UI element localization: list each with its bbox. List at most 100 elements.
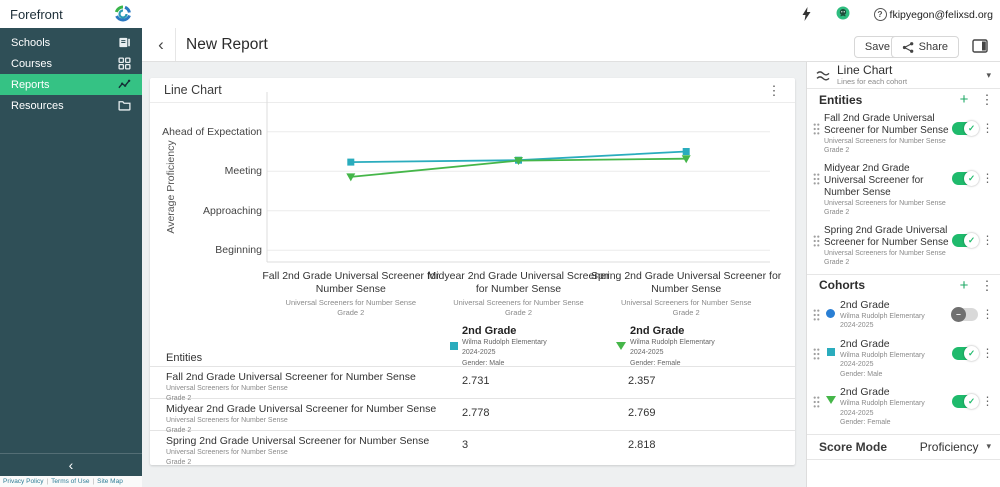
chart-type-selector[interactable]: Line Chart Lines for each cohort ▾ <box>807 62 1000 89</box>
entity-subtitle: Universal Screeners for Number Sense <box>824 137 949 146</box>
drag-handle-icon[interactable] <box>811 338 821 360</box>
sidebar-item-label: Reports <box>11 79 117 91</box>
bolt-icon[interactable] <box>799 7 813 21</box>
sidebar-nav: Schools Courses Reports Resources ‹ <box>0 28 142 476</box>
footer-link-separator: | <box>92 478 94 485</box>
entity-item: Spring 2nd Grade Universal Screener for … <box>807 222 1000 272</box>
footer-link[interactable]: Terms of Use <box>51 478 89 485</box>
add-cohort-button[interactable]: + <box>956 278 972 293</box>
add-entity-button[interactable]: + <box>956 92 972 107</box>
kebab-menu-icon[interactable]: ⋮ <box>981 299 994 320</box>
drag-handle-icon[interactable] <box>811 299 821 321</box>
y-tick-label: Meeting <box>150 165 262 177</box>
sidebar-item-schools[interactable]: Schools <box>0 32 142 53</box>
entity-item: Midyear 2nd Grade Universal Screener for… <box>807 160 1000 222</box>
page-title: New Report <box>186 36 268 54</box>
drag-handle-icon[interactable] <box>811 163 821 185</box>
sidebar-item-reports[interactable]: Reports <box>0 74 142 95</box>
row-entity-title: Midyear 2nd Grade Universal Screener for… <box>166 399 462 416</box>
toggle-on[interactable]: ✓ <box>952 234 978 247</box>
triangle-down-marker-icon <box>826 396 836 404</box>
row-entity-subtitle: Universal Screeners for Number Sense <box>166 416 462 426</box>
kebab-menu-icon[interactable]: ⋮ <box>980 93 994 106</box>
row-entity-subtitle: Universal Screeners for Number Sense <box>166 448 462 458</box>
kebab-menu-icon[interactable]: ⋮ <box>981 163 994 184</box>
x-category-grade: Grade 2 <box>589 308 783 318</box>
sidebar-item-courses[interactable]: Courses <box>0 53 142 74</box>
square-marker-icon <box>450 342 458 350</box>
kebab-menu-icon[interactable]: ⋮ <box>980 279 994 292</box>
x-category-title: Midyear 2nd Grade Universal Screener for… <box>422 270 616 296</box>
help-icon[interactable]: ? <box>873 7 887 21</box>
cohort-marker <box>824 299 837 318</box>
side-panel-toggle-icon[interactable] <box>971 38 988 53</box>
sidebar-item-label: Courses <box>11 58 117 70</box>
kebab-menu-icon[interactable]: ⋮ <box>981 113 994 134</box>
sidebar-item-resources[interactable]: Resources <box>0 95 142 116</box>
toggle-on[interactable]: ✓ <box>952 122 978 135</box>
share-button[interactable]: Share <box>891 36 959 58</box>
sidebar-collapse-button[interactable]: ‹ <box>0 453 142 475</box>
toggle-on[interactable]: ✓ <box>952 395 978 408</box>
brand-bar: Forefront <box>0 0 142 28</box>
back-button[interactable]: ‹ <box>152 35 170 55</box>
score-mode-row: Score Mode Proficiency ▾ <box>807 434 1000 460</box>
toggle-on[interactable]: ✓ <box>952 172 978 185</box>
trend-icon <box>117 78 131 92</box>
sidebar-item-label: Schools <box>11 37 117 49</box>
chart-type-subtitle: Lines for each cohort <box>837 77 979 86</box>
square-marker-icon <box>827 348 835 356</box>
row-entity-title: Spring 2nd Grade Universal Screener for … <box>166 431 462 448</box>
circle-marker-icon <box>826 309 835 318</box>
entity-subtitle: Universal Screeners for Number Sense <box>824 249 949 258</box>
x-category-label: Spring 2nd Grade Universal Screener for … <box>589 270 783 318</box>
drag-handle-icon[interactable] <box>811 386 821 408</box>
cohort-year: 2024-2025 <box>840 321 949 330</box>
table-entities-header: Entities <box>166 352 795 366</box>
wave-lines-icon <box>816 69 830 82</box>
kebab-menu-icon[interactable]: ⋮ <box>981 386 994 407</box>
kebab-menu-icon[interactable]: ⋮ <box>981 225 994 246</box>
drag-handle-icon[interactable] <box>811 113 821 135</box>
x-category-label: Midyear 2nd Grade Universal Screener for… <box>422 270 616 318</box>
line-chart: Average Proficiency BeginningApproaching… <box>150 78 795 338</box>
entity-subtitle: Universal Screeners for Number Sense <box>824 199 949 208</box>
user-email[interactable]: fkipyegon@felixsd.org <box>890 9 993 21</box>
legend-title: 2nd Grade <box>462 324 547 338</box>
avatar[interactable] <box>836 6 850 20</box>
chart-type-title: Line Chart <box>837 64 979 77</box>
entity-grade: Grade 2 <box>824 146 949 155</box>
report-card: Line Chart ⋮ Average Proficiency Beginni… <box>150 78 795 465</box>
cohort-marker <box>824 386 837 404</box>
score-mode-value[interactable]: Proficiency <box>920 440 979 454</box>
footer-link[interactable]: Privacy Policy <box>3 478 43 485</box>
check-icon: ✓ <box>964 346 979 361</box>
toggle-on[interactable]: ✓ <box>952 347 978 360</box>
entity-text: Midyear 2nd Grade Universal Screener for… <box>824 163 949 218</box>
cohort-school: Wilma Rudolph Elementary <box>840 351 949 360</box>
row-value: 2.818 <box>628 431 795 468</box>
entity-item: Fall 2nd Grade Universal Screener for Nu… <box>807 110 1000 160</box>
cohort-title: 2nd Grade <box>840 299 949 312</box>
toggle-off[interactable]: – <box>952 308 978 321</box>
minus-icon: – <box>951 307 966 322</box>
entities-title: Entities <box>819 93 948 107</box>
y-tick-label: Approaching <box>150 205 262 217</box>
results-table: Entities Fall 2nd Grade Universal Screen… <box>150 352 795 462</box>
row-entity-grade: Grade 2 <box>166 458 462 468</box>
x-category-grade: Grade 2 <box>254 308 448 318</box>
drag-handle-icon[interactable] <box>811 225 821 247</box>
footer-links: Privacy Policy|Terms of Use|Site Map <box>0 476 142 487</box>
app-window: Forefront Schools Courses Reports Resources… <box>0 0 1000 487</box>
y-tick-label: Beginning <box>150 244 262 256</box>
entity-text: Fall 2nd Grade Universal Screener for Nu… <box>824 113 949 156</box>
top-bar: ? fkipyegon@felixsd.org <box>142 0 1000 28</box>
x-category-title: Fall 2nd Grade Universal Screener for Nu… <box>254 270 448 296</box>
footer-link[interactable]: Site Map <box>97 478 123 485</box>
cohort-school: Wilma Rudolph Elementary <box>840 399 949 408</box>
kebab-menu-icon[interactable]: ⋮ <box>981 338 994 359</box>
row-entity-title: Fall 2nd Grade Universal Screener for Nu… <box>166 367 462 384</box>
y-tick-label: Ahead of Expectation <box>150 126 262 138</box>
chevron-down-icon[interactable]: ▾ <box>986 441 991 452</box>
entity-title: Spring 2nd Grade Universal Screener for … <box>824 225 949 249</box>
